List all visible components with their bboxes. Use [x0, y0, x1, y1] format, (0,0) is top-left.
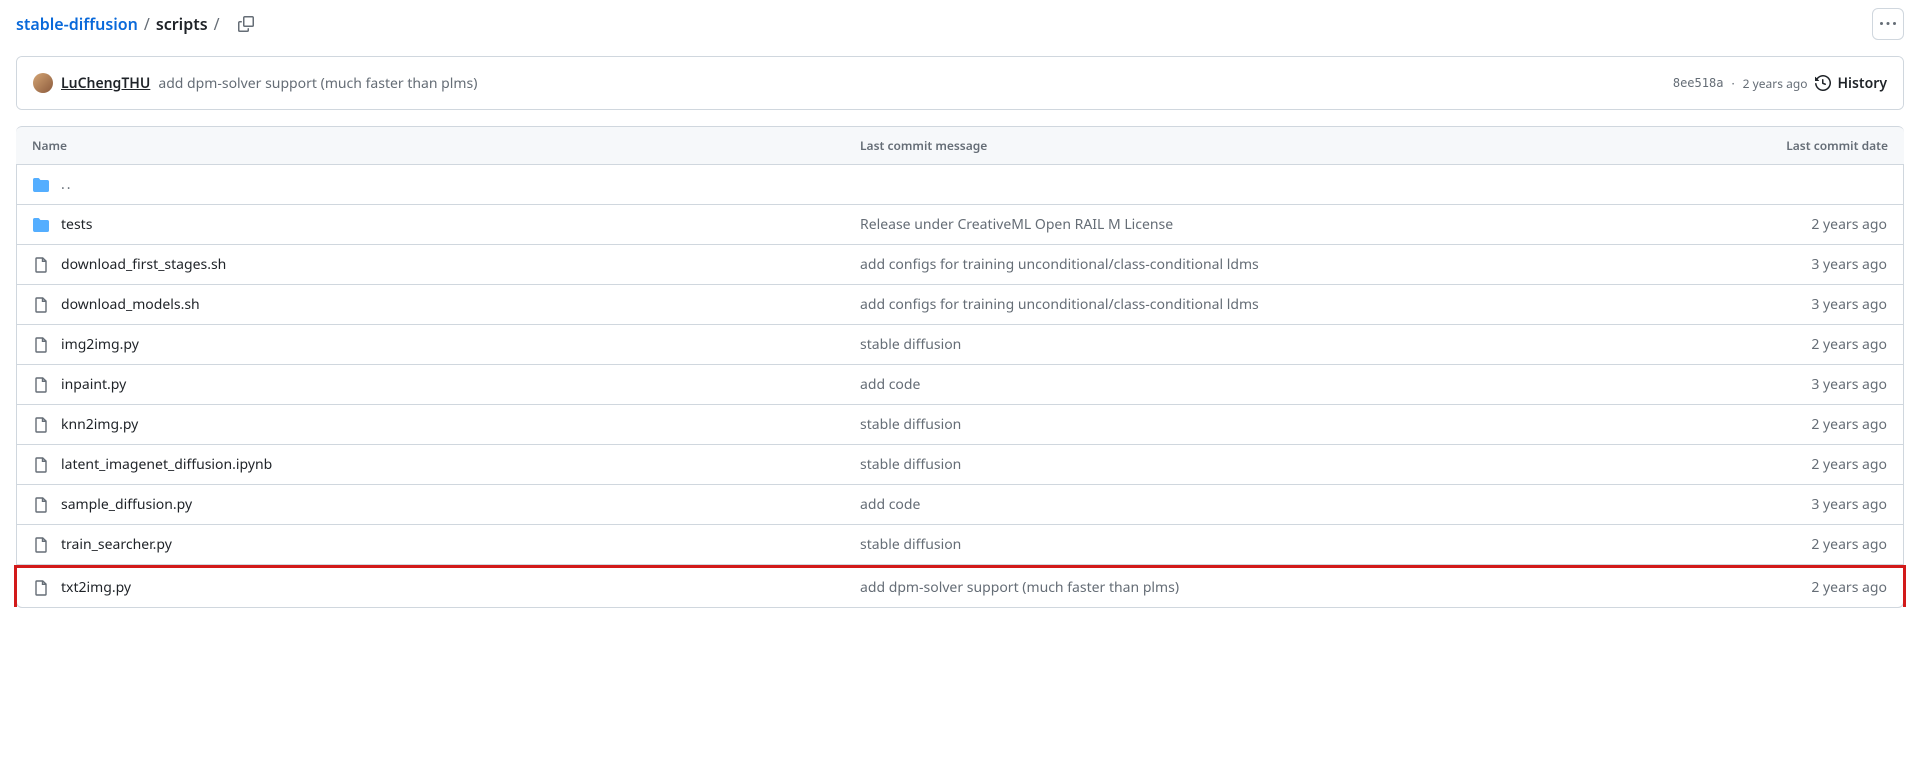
table-row: train_searcher.py stable diffusion2 years…: [17, 525, 1903, 565]
table-row: tests Release under CreativeML Open RAIL …: [17, 205, 1903, 245]
column-header-date: Last commit date: [1688, 137, 1888, 154]
file-link[interactable]: sample_diffusion.py: [61, 495, 192, 514]
file-name-cell: img2img.py: [33, 335, 860, 354]
commit-date: 2 years ago: [1743, 75, 1808, 92]
breadcrumb: stable-diffusion / scripts /: [16, 12, 258, 36]
file-table: .. tests Release under CreativeML Open RA…: [16, 165, 1904, 608]
folder-icon: [33, 217, 49, 233]
commit-hash-link[interactable]: 8ee518a: [1673, 76, 1724, 90]
table-row: inpaint.py add code3 years ago: [17, 365, 1903, 405]
commit-message-link[interactable]: add configs for training unconditional/c…: [860, 295, 1687, 314]
commit-message-link[interactable]: add code: [860, 495, 1687, 514]
history-link[interactable]: History: [1815, 74, 1887, 93]
file-icon: [33, 297, 49, 313]
commit-message-link[interactable]: stable diffusion: [860, 335, 1687, 354]
file-link[interactable]: download_first_stages.sh: [61, 255, 226, 274]
column-header-message: Last commit message: [860, 137, 1688, 154]
more-options-button[interactable]: [1872, 8, 1904, 40]
file-link[interactable]: txt2img.py: [61, 578, 131, 597]
file-name-cell: tests: [33, 215, 860, 234]
commit-info: LuChengTHU add dpm-solver support (much …: [33, 73, 477, 93]
breadcrumb-separator: /: [144, 13, 150, 35]
folder-link[interactable]: tests: [61, 215, 92, 234]
history-icon: [1815, 75, 1831, 91]
table-row: download_first_stages.sh add configs for …: [17, 245, 1903, 285]
commit-message-link[interactable]: stable diffusion: [860, 455, 1687, 474]
commit-date: 2 years ago: [1687, 535, 1887, 554]
file-icon: [33, 337, 49, 353]
column-header-name: Name: [32, 137, 860, 154]
file-name-cell: sample_diffusion.py: [33, 495, 860, 514]
commit-date: 2 years ago: [1687, 335, 1887, 354]
parent-directory-label[interactable]: ..: [61, 175, 73, 194]
file-name-cell: download_models.sh: [33, 295, 860, 314]
commit-message-link[interactable]: add dpm-solver support (much faster than…: [860, 578, 1687, 597]
breadcrumb-current: scripts: [156, 13, 208, 35]
file-icon: [33, 457, 49, 473]
avatar[interactable]: [33, 73, 53, 93]
latest-commit-header: LuChengTHU add dpm-solver support (much …: [17, 57, 1903, 109]
file-icon: [33, 497, 49, 513]
commit-message-link[interactable]: add dpm-solver support (much faster than…: [158, 74, 477, 93]
file-name-cell: train_searcher.py: [33, 535, 860, 554]
file-icon: [33, 537, 49, 553]
file-name-cell: txt2img.py: [33, 578, 860, 597]
commit-date: 2 years ago: [1687, 415, 1887, 434]
parent-directory-row[interactable]: ..: [17, 165, 1903, 205]
file-icon: [33, 580, 49, 596]
commit-meta: 8ee518a · 2 years ago History: [1673, 74, 1887, 93]
commit-date: 3 years ago: [1687, 255, 1887, 274]
breadcrumb-separator: /: [214, 13, 220, 35]
commit-box: LuChengTHU add dpm-solver support (much …: [16, 56, 1904, 110]
file-icon: [33, 257, 49, 273]
file-link[interactable]: knn2img.py: [61, 415, 138, 434]
commit-date: 3 years ago: [1687, 295, 1887, 314]
meta-separator: ·: [1731, 75, 1734, 92]
commit-message-link[interactable]: Release under CreativeML Open RAIL M Lic…: [860, 215, 1687, 234]
file-name-cell: latent_imagenet_diffusion.ipynb: [33, 455, 860, 474]
copy-path-button[interactable]: [234, 12, 258, 36]
commit-date: 2 years ago: [1687, 215, 1887, 234]
commit-author-link[interactable]: LuChengTHU: [61, 74, 150, 93]
table-row: txt2img.py add dpm-solver support (much f…: [14, 565, 1906, 607]
history-label: History: [1837, 74, 1887, 93]
file-link[interactable]: inpaint.py: [61, 375, 126, 394]
file-icon: [33, 377, 49, 393]
table-row: latent_imagenet_diffusion.ipynb stable di…: [17, 445, 1903, 485]
file-link[interactable]: train_searcher.py: [61, 535, 172, 554]
file-icon: [33, 417, 49, 433]
kebab-icon: [1880, 16, 1896, 32]
file-name-cell: knn2img.py: [33, 415, 860, 434]
folder-icon: [33, 177, 49, 193]
file-name-cell: inpaint.py: [33, 375, 860, 394]
file-link[interactable]: download_models.sh: [61, 295, 200, 314]
commit-date: 2 years ago: [1687, 455, 1887, 474]
top-bar: stable-diffusion / scripts /: [16, 0, 1904, 56]
table-row: img2img.py stable diffusion2 years ago: [17, 325, 1903, 365]
commit-date: 3 years ago: [1687, 495, 1887, 514]
commit-message-link[interactable]: stable diffusion: [860, 535, 1687, 554]
file-link[interactable]: latent_imagenet_diffusion.ipynb: [61, 455, 272, 474]
file-link[interactable]: img2img.py: [61, 335, 139, 354]
table-row: download_models.sh add configs for traini…: [17, 285, 1903, 325]
file-table-header: Name Last commit message Last commit dat…: [16, 126, 1904, 165]
commit-message-link[interactable]: stable diffusion: [860, 415, 1687, 434]
breadcrumb-repo-link[interactable]: stable-diffusion: [16, 13, 138, 35]
table-row: knn2img.py stable diffusion2 years ago: [17, 405, 1903, 445]
commit-date: 2 years ago: [1687, 578, 1887, 597]
table-row: sample_diffusion.py add code3 years ago: [17, 485, 1903, 525]
commit-date: 3 years ago: [1687, 375, 1887, 394]
commit-message-link[interactable]: add configs for training unconditional/c…: [860, 255, 1687, 274]
file-name-cell: download_first_stages.sh: [33, 255, 860, 274]
copy-icon: [238, 16, 254, 32]
commit-message-link[interactable]: add code: [860, 375, 1687, 394]
